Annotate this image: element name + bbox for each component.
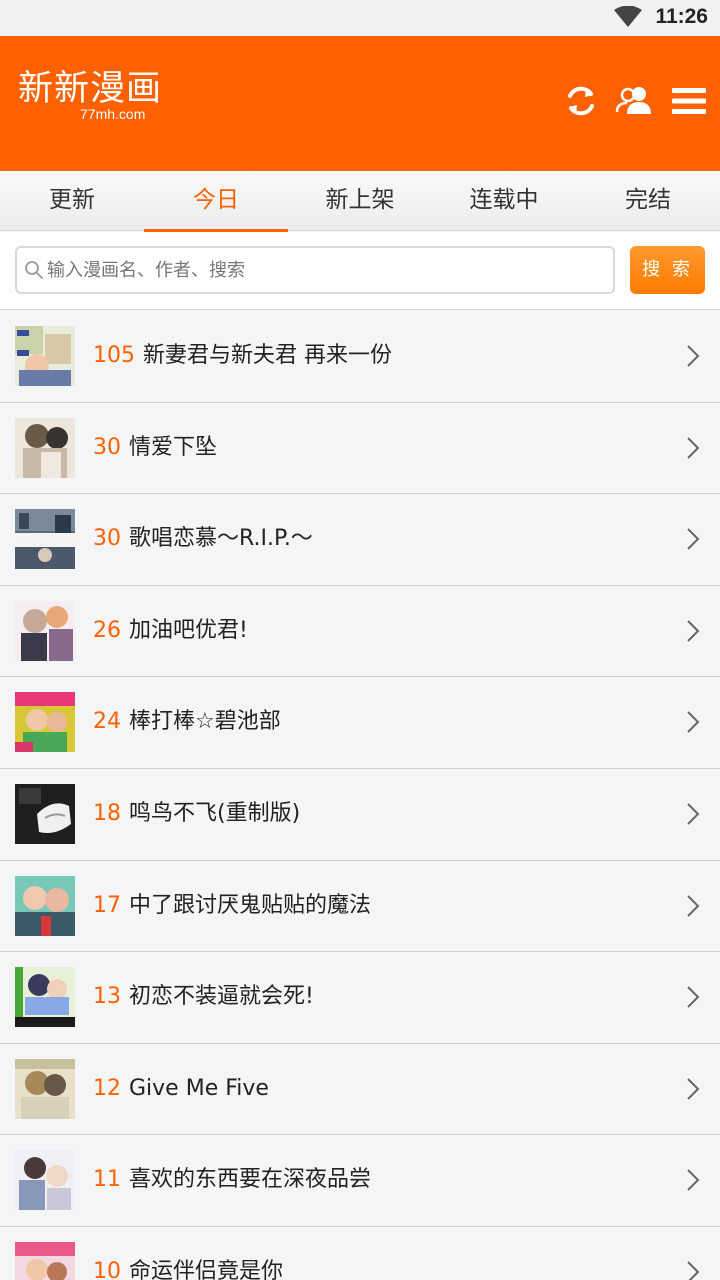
update-count: 11 (93, 1167, 121, 1193)
tab-updates[interactable]: 更新 (0, 171, 144, 231)
update-count: 105 (93, 343, 135, 368)
chevron-right-icon (687, 345, 700, 367)
comic-title: 中了跟讨厌鬼贴贴的魔法 (129, 892, 372, 918)
update-count: 26 (93, 617, 121, 643)
search-field[interactable] (15, 246, 615, 294)
comic-title: 鸣鸟不飞(重制版) (129, 800, 301, 826)
list-item[interactable]: 30 情爱下坠 (0, 402, 720, 495)
comic-title: 命运伴侣竟是你 (129, 1258, 284, 1280)
comic-cover (15, 600, 75, 661)
app-header: 新新漫画 77mh.com (0, 36, 720, 171)
update-count: 13 (93, 984, 121, 1010)
logo-title: 新新漫画 (18, 69, 163, 109)
list-item[interactable]: 11 喜欢的东西要在深夜品尝 (0, 1135, 720, 1227)
list-item[interactable]: 12 Give Me Five (0, 1043, 720, 1136)
status-time: 11:26 (655, 5, 708, 28)
status-bar: 11:26 (0, 0, 720, 36)
comic-title: 棒打棒☆碧池部 (129, 709, 281, 735)
comic-list: 105 新妻君与新夫君 再来一份 30 情爱下坠 30 歌唱恋慕～R.I.P.～… (0, 311, 720, 1280)
chevron-right-icon (687, 620, 700, 642)
comic-cover (15, 1241, 75, 1280)
comic-cover (15, 875, 75, 936)
comic-title: 情爱下坠 (129, 434, 218, 460)
list-item[interactable]: 105 新妻君与新夫君 再来一份 (0, 311, 720, 403)
app-logo[interactable]: 新新漫画 77mh.com (18, 69, 163, 122)
update-count: 30 (93, 434, 121, 460)
tab-ongoing[interactable]: 连载中 (432, 171, 576, 231)
chevron-right-icon (687, 711, 700, 734)
chevron-right-icon (687, 986, 700, 1008)
tab-today[interactable]: 今日 (144, 171, 288, 232)
search-input[interactable] (47, 248, 607, 292)
comic-title: 歌唱恋慕～R.I.P.～ (129, 526, 313, 552)
comic-title: 初恋不装逼就会死! (129, 984, 314, 1010)
comic-cover (15, 692, 75, 753)
chevron-right-icon (687, 803, 700, 825)
chevron-right-icon (687, 1261, 700, 1280)
list-item[interactable]: 13 初恋不装逼就会死! (0, 952, 720, 1044)
list-item[interactable]: 26 加油吧优君! (0, 585, 720, 678)
tab-new-arrivals[interactable]: 新上架 (288, 171, 432, 231)
comic-cover (15, 783, 75, 844)
update-count: 30 (93, 526, 121, 552)
comic-cover (15, 1058, 75, 1119)
list-item[interactable]: 18 鸣鸟不飞(重制版) (0, 768, 720, 861)
search-button[interactable]: 搜 索 (630, 246, 705, 294)
update-count: 10 (93, 1258, 121, 1280)
update-count: 12 (93, 1075, 121, 1101)
chevron-right-icon (687, 436, 700, 459)
comic-title: 加油吧优君! (129, 617, 248, 643)
comic-title: 喜欢的东西要在深夜品尝 (129, 1167, 372, 1193)
wifi-icon (614, 6, 642, 27)
comic-title: Give Me Five (129, 1075, 269, 1101)
logo-subtitle: 77mh.com (80, 106, 146, 122)
update-count: 24 (93, 709, 121, 735)
comic-cover (15, 1150, 75, 1211)
comic-cover (15, 509, 75, 570)
comic-cover (15, 326, 75, 386)
search-bar: 搜 索 (0, 232, 720, 310)
update-count: 17 (93, 892, 121, 918)
chevron-right-icon (687, 894, 700, 917)
comic-cover (15, 417, 75, 478)
list-item[interactable]: 10 命运伴侣竟是你 (0, 1226, 720, 1280)
list-item[interactable]: 30 歌唱恋慕～R.I.P.～ (0, 494, 720, 586)
menu-icon[interactable] (670, 82, 708, 120)
update-count: 18 (93, 800, 121, 826)
search-icon (25, 261, 43, 279)
category-tabs: 更新 今日 新上架 连载中 完结 (0, 171, 720, 232)
chevron-right-icon (687, 528, 700, 550)
tab-completed[interactable]: 完结 (576, 171, 720, 231)
user-icon[interactable] (615, 82, 653, 120)
chevron-right-icon (687, 1078, 700, 1100)
refresh-icon[interactable] (562, 82, 600, 120)
list-item[interactable]: 17 中了跟讨厌鬼贴贴的魔法 (0, 860, 720, 953)
comic-title: 新妻君与新夫君 再来一份 (143, 343, 392, 368)
chevron-right-icon (687, 1169, 700, 1192)
list-item[interactable]: 24 棒打棒☆碧池部 (0, 677, 720, 769)
comic-cover (15, 967, 75, 1028)
